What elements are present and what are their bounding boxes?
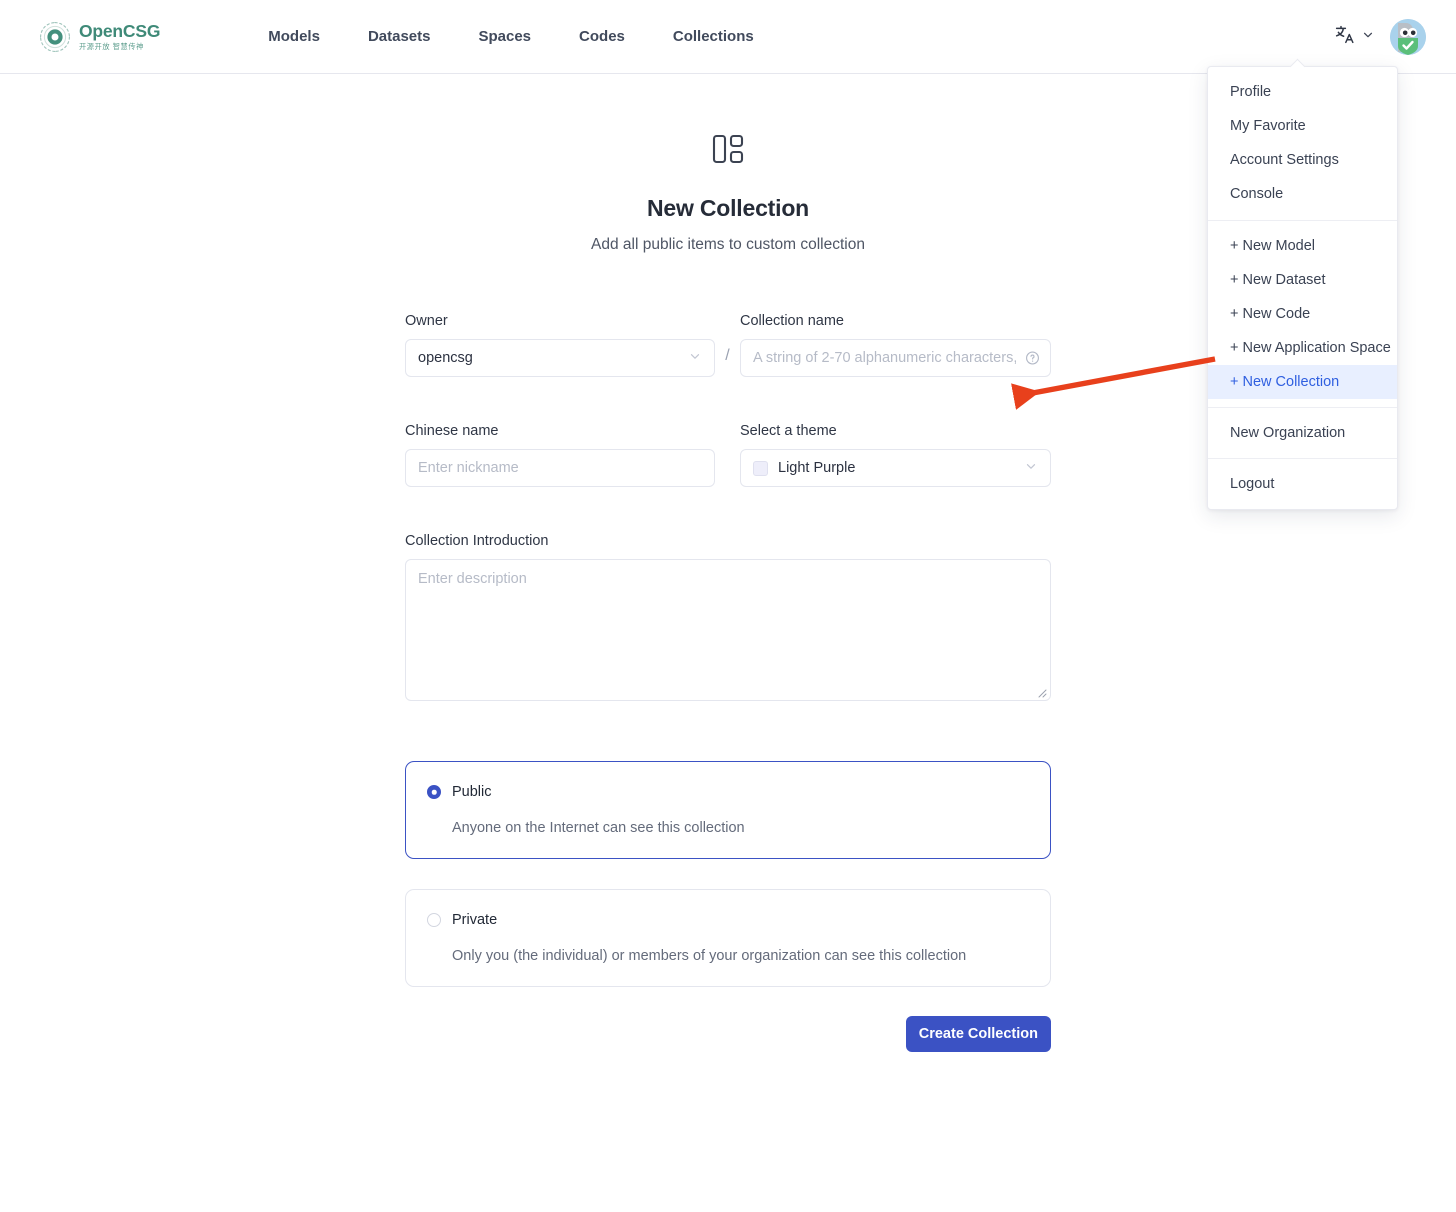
theme-field: Select a theme Light Purple (740, 423, 1051, 487)
nav-item-datasets[interactable]: Datasets (344, 22, 455, 51)
menu-item-my-favorite[interactable]: My Favorite (1208, 109, 1397, 143)
owner-select[interactable]: opencsg (405, 339, 715, 377)
nav-item-collections[interactable]: Collections (649, 22, 778, 51)
menu-item-new-dataset[interactable]: + New Dataset (1208, 263, 1397, 297)
user-menu-group-org: New Organization (1208, 407, 1397, 458)
user-menu-group-session: Logout (1208, 458, 1397, 509)
collection-layout-icon (707, 128, 749, 175)
new-collection-form: Owner opencsg / Collection name (405, 254, 1051, 1052)
menu-item-new-collection[interactable]: + New Collection (1208, 365, 1397, 399)
chinese-name-field: Chinese name (405, 423, 715, 487)
menu-item-new-organization[interactable]: New Organization (1208, 416, 1397, 450)
menu-item-new-application-space[interactable]: + New Application Space (1208, 331, 1397, 365)
owner-name-separator: / (715, 313, 740, 365)
chevron-down-icon (1362, 28, 1374, 46)
introduction-textarea-wrap (405, 559, 1051, 701)
nav-item-spaces[interactable]: Spaces (454, 22, 555, 51)
introduction-textarea[interactable] (405, 559, 1051, 701)
opencsg-logo-icon (38, 20, 72, 54)
visibility-private-title: Private (452, 912, 497, 928)
collection-name-input-wrap (740, 339, 1051, 377)
create-collection-button[interactable]: Create Collection (906, 1016, 1051, 1052)
logo-link[interactable]: OpenCSG 开源开放 智慧传神 (38, 20, 160, 54)
visibility-option-private[interactable]: Private Only you (the individual) or mem… (405, 889, 1051, 987)
introduction-label: Collection Introduction (405, 533, 1051, 549)
menu-item-profile[interactable]: Profile (1208, 75, 1397, 109)
language-switcher[interactable] (1332, 20, 1376, 54)
chinese-name-input[interactable] (405, 449, 715, 487)
radio-private[interactable] (427, 913, 441, 927)
visibility-public-title: Public (452, 784, 492, 800)
chevron-down-icon (688, 349, 702, 367)
collection-name-input[interactable] (740, 339, 1051, 377)
radio-public[interactable] (427, 785, 441, 799)
visibility-private-description: Only you (the individual) or members of … (452, 948, 1028, 964)
translate-icon (1334, 24, 1355, 50)
form-actions: Create Collection (405, 1016, 1051, 1052)
user-menu-group-create: + New Model + New Dataset + New Code + N… (1208, 220, 1397, 408)
menu-item-account-settings[interactable]: Account Settings (1208, 143, 1397, 177)
theme-select-value: Light Purple (778, 460, 855, 476)
chevron-down-icon (1024, 459, 1038, 477)
avatar[interactable] (1390, 19, 1426, 55)
logo-wordmark: OpenCSG (79, 23, 160, 41)
user-menu-group-account: Profile My Favorite Account Settings Con… (1208, 67, 1397, 220)
collection-name-label: Collection name (740, 313, 1051, 329)
menu-item-logout[interactable]: Logout (1208, 467, 1397, 501)
nav-item-models[interactable]: Models (244, 22, 344, 51)
user-menu-dropdown: Profile My Favorite Account Settings Con… (1207, 66, 1398, 510)
owner-label: Owner (405, 313, 715, 329)
collection-name-field: Collection name (740, 313, 1051, 377)
menu-item-new-code[interactable]: + New Code (1208, 297, 1397, 331)
row2-spacer (715, 423, 740, 457)
page-root: OpenCSG 开源开放 智慧传神 Models Datasets Spaces… (0, 0, 1456, 1212)
main-nav: Models Datasets Spaces Codes Collections (244, 22, 777, 51)
introduction-field: Collection Introduction (405, 533, 1051, 701)
nav-item-codes[interactable]: Codes (555, 22, 649, 51)
logo-subtitle: 开源开放 智慧传神 (79, 43, 160, 50)
theme-select[interactable]: Light Purple (740, 449, 1051, 487)
visibility-options: Public Anyone on the Internet can see th… (405, 761, 1051, 987)
header-actions (1332, 0, 1426, 74)
visibility-option-public[interactable]: Public Anyone on the Internet can see th… (405, 761, 1051, 859)
form-row-owner-name: Owner opencsg / Collection name (405, 313, 1051, 377)
menu-item-console[interactable]: Console (1208, 177, 1397, 211)
form-row-chinese-theme: Chinese name Select a theme Light Purple (405, 423, 1051, 487)
theme-color-swatch (753, 461, 768, 476)
owner-select-value: opencsg (418, 350, 473, 366)
question-circle-icon[interactable] (1025, 351, 1040, 366)
chinese-name-label: Chinese name (405, 423, 715, 439)
menu-item-new-model[interactable]: + New Model (1208, 229, 1397, 263)
visibility-public-description: Anyone on the Internet can see this coll… (452, 820, 1028, 836)
theme-label: Select a theme (740, 423, 1051, 439)
site-header: OpenCSG 开源开放 智慧传神 Models Datasets Spaces… (0, 0, 1456, 74)
owner-field: Owner opencsg (405, 313, 715, 377)
